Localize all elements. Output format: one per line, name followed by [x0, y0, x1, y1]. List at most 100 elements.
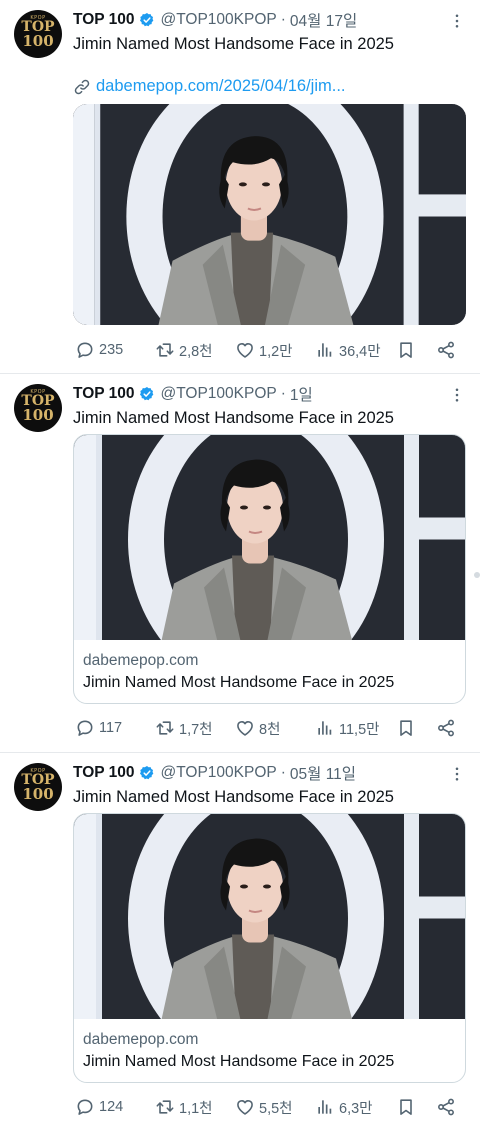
tweet[interactable]: KPOP TOP 100 TOP 100 @TOP100KPOP · 04월 1… — [0, 0, 480, 372]
repost-count: 1,7천 — [179, 721, 213, 738]
reply-icon — [75, 1097, 95, 1117]
like-icon — [235, 718, 255, 738]
reply-count: 117 — [99, 720, 123, 736]
tweet-text: Jimin Named Most Handsome Face in 2025 — [73, 35, 394, 53]
repost-icon — [155, 718, 175, 738]
link-icon — [73, 78, 91, 96]
tweet-header: TOP 100 @TOP100KPOP · 05월 11일 — [73, 763, 356, 783]
bookmark-button[interactable] — [396, 1096, 416, 1118]
more-options-icon[interactable] — [448, 386, 466, 404]
photo-image — [74, 435, 465, 640]
views-count: 36,4만 — [339, 343, 381, 360]
bookmark-icon — [396, 340, 416, 360]
link-card[interactable]: dabemepop.com Jimin Named Most Handsome … — [73, 813, 466, 1083]
repost-button[interactable]: 1,7천 — [155, 717, 213, 739]
like-button[interactable]: 1,2만 — [235, 339, 293, 361]
tweet-header: TOP 100 @TOP100KPOP · 04월 17일 — [73, 10, 357, 30]
link-card-domain: dabemepop.com — [83, 1031, 199, 1048]
views-button[interactable]: 6,3만 — [315, 1096, 373, 1118]
action-bar: 235 2,8천 1,2만 36,4만 — [73, 339, 468, 361]
repost-count: 1,1천 — [179, 1100, 213, 1117]
separator-dot: · — [280, 11, 286, 28]
repost-button[interactable]: 1,1천 — [155, 1096, 213, 1118]
tweet-text: Jimin Named Most Handsome Face in 2025 — [73, 409, 394, 427]
tweet-header: TOP 100 @TOP100KPOP · 1일 — [73, 384, 313, 404]
like-icon — [235, 1097, 255, 1117]
timestamp[interactable]: 04월 17일 — [290, 9, 357, 31]
reply-icon — [75, 340, 95, 360]
avatar-100-text: 100 — [22, 785, 54, 803]
reply-button[interactable]: 235 — [75, 339, 123, 361]
repost-icon — [155, 1097, 175, 1117]
repost-count: 2,8천 — [179, 343, 213, 360]
link-card-domain: dabemepop.com — [83, 652, 199, 669]
like-count: 1,2만 — [259, 343, 293, 360]
action-bar: 124 1,1천 5,5천 6,3만 — [73, 1096, 468, 1118]
link-card-image — [74, 814, 465, 1019]
repost-button[interactable]: 2,8천 — [155, 339, 213, 361]
views-button[interactable]: 36,4만 — [315, 339, 381, 361]
author-name[interactable]: TOP 100 — [73, 764, 134, 782]
reply-icon — [75, 718, 95, 738]
views-button[interactable]: 11,5만 — [315, 717, 380, 739]
reply-count: 235 — [99, 342, 124, 358]
avatar[interactable]: KPOP TOP 100 — [14, 763, 62, 811]
share-button[interactable] — [436, 339, 456, 361]
reply-button[interactable]: 117 — [75, 717, 122, 739]
verified-badge-icon — [139, 12, 155, 28]
author-name[interactable]: TOP 100 — [73, 385, 134, 403]
reply-button[interactable]: 124 — [75, 1096, 123, 1118]
like-count: 8천 — [259, 721, 281, 738]
like-icon — [235, 340, 255, 360]
share-button[interactable] — [436, 1096, 456, 1118]
like-button[interactable]: 5,5천 — [235, 1096, 293, 1118]
link-card-title: Jimin Named Most Handsome Face in 2025 — [83, 1053, 395, 1070]
action-bar: 117 1,7천 8천 11,5만 — [73, 717, 468, 739]
link-card[interactable]: dabemepop.com Jimin Named Most Handsome … — [73, 434, 466, 704]
author-handle[interactable]: @TOP100KPOP — [160, 764, 276, 782]
link-card-image — [74, 435, 465, 640]
avatar-100-text: 100 — [22, 32, 54, 50]
author-name[interactable]: TOP 100 — [73, 11, 134, 29]
separator-dot: · — [280, 385, 286, 402]
views-count: 11,5만 — [339, 721, 380, 738]
reply-count: 124 — [99, 1099, 124, 1115]
author-handle[interactable]: @TOP100KPOP — [160, 11, 276, 29]
more-options-icon[interactable] — [448, 765, 466, 783]
share-icon — [436, 340, 456, 360]
repost-icon — [155, 340, 175, 360]
share-button[interactable] — [436, 717, 456, 739]
verified-badge-icon — [139, 386, 155, 402]
avatar-100-text: 100 — [22, 406, 54, 424]
tweet-text: Jimin Named Most Handsome Face in 2025 — [73, 788, 394, 806]
views-icon — [315, 718, 335, 738]
timestamp[interactable]: 1일 — [290, 383, 313, 405]
share-icon — [436, 1097, 456, 1117]
like-count: 5,5천 — [259, 1100, 293, 1117]
more-options-icon[interactable] — [448, 12, 466, 30]
bookmark-button[interactable] — [396, 717, 416, 739]
share-icon — [436, 718, 456, 738]
bookmark-icon — [396, 718, 416, 738]
timestamp[interactable]: 05월 11일 — [290, 762, 356, 784]
tweet[interactable]: KPOP TOP 100 TOP 100 @TOP100KPOP · 05월 1… — [0, 753, 480, 1124]
bookmark-button[interactable] — [396, 339, 416, 361]
scroll-indicator — [474, 572, 480, 578]
tweet[interactable]: KPOP TOP 100 TOP 100 @TOP100KPOP · 1일 Ji… — [0, 374, 480, 752]
tweet-link[interactable]: dabemepop.com/2025/04/16/jim... — [73, 77, 346, 96]
separator-dot: · — [280, 764, 286, 781]
link-card-title: Jimin Named Most Handsome Face in 2025 — [83, 674, 395, 691]
like-button[interactable]: 8천 — [235, 717, 280, 739]
views-icon — [315, 340, 335, 360]
views-count: 6,3만 — [339, 1100, 373, 1117]
author-handle[interactable]: @TOP100KPOP — [160, 385, 276, 403]
verified-badge-icon — [139, 765, 155, 781]
views-icon — [315, 1097, 335, 1117]
tweet-photo[interactable] — [73, 104, 466, 325]
photo-image — [74, 814, 465, 1019]
photo-image — [73, 104, 466, 325]
avatar[interactable]: KPOP TOP 100 — [14, 384, 62, 432]
bookmark-icon — [396, 1097, 416, 1117]
tweet-link-text[interactable]: dabemepop.com/2025/04/16/jim... — [96, 77, 346, 96]
avatar[interactable]: KPOP TOP 100 — [14, 10, 62, 58]
